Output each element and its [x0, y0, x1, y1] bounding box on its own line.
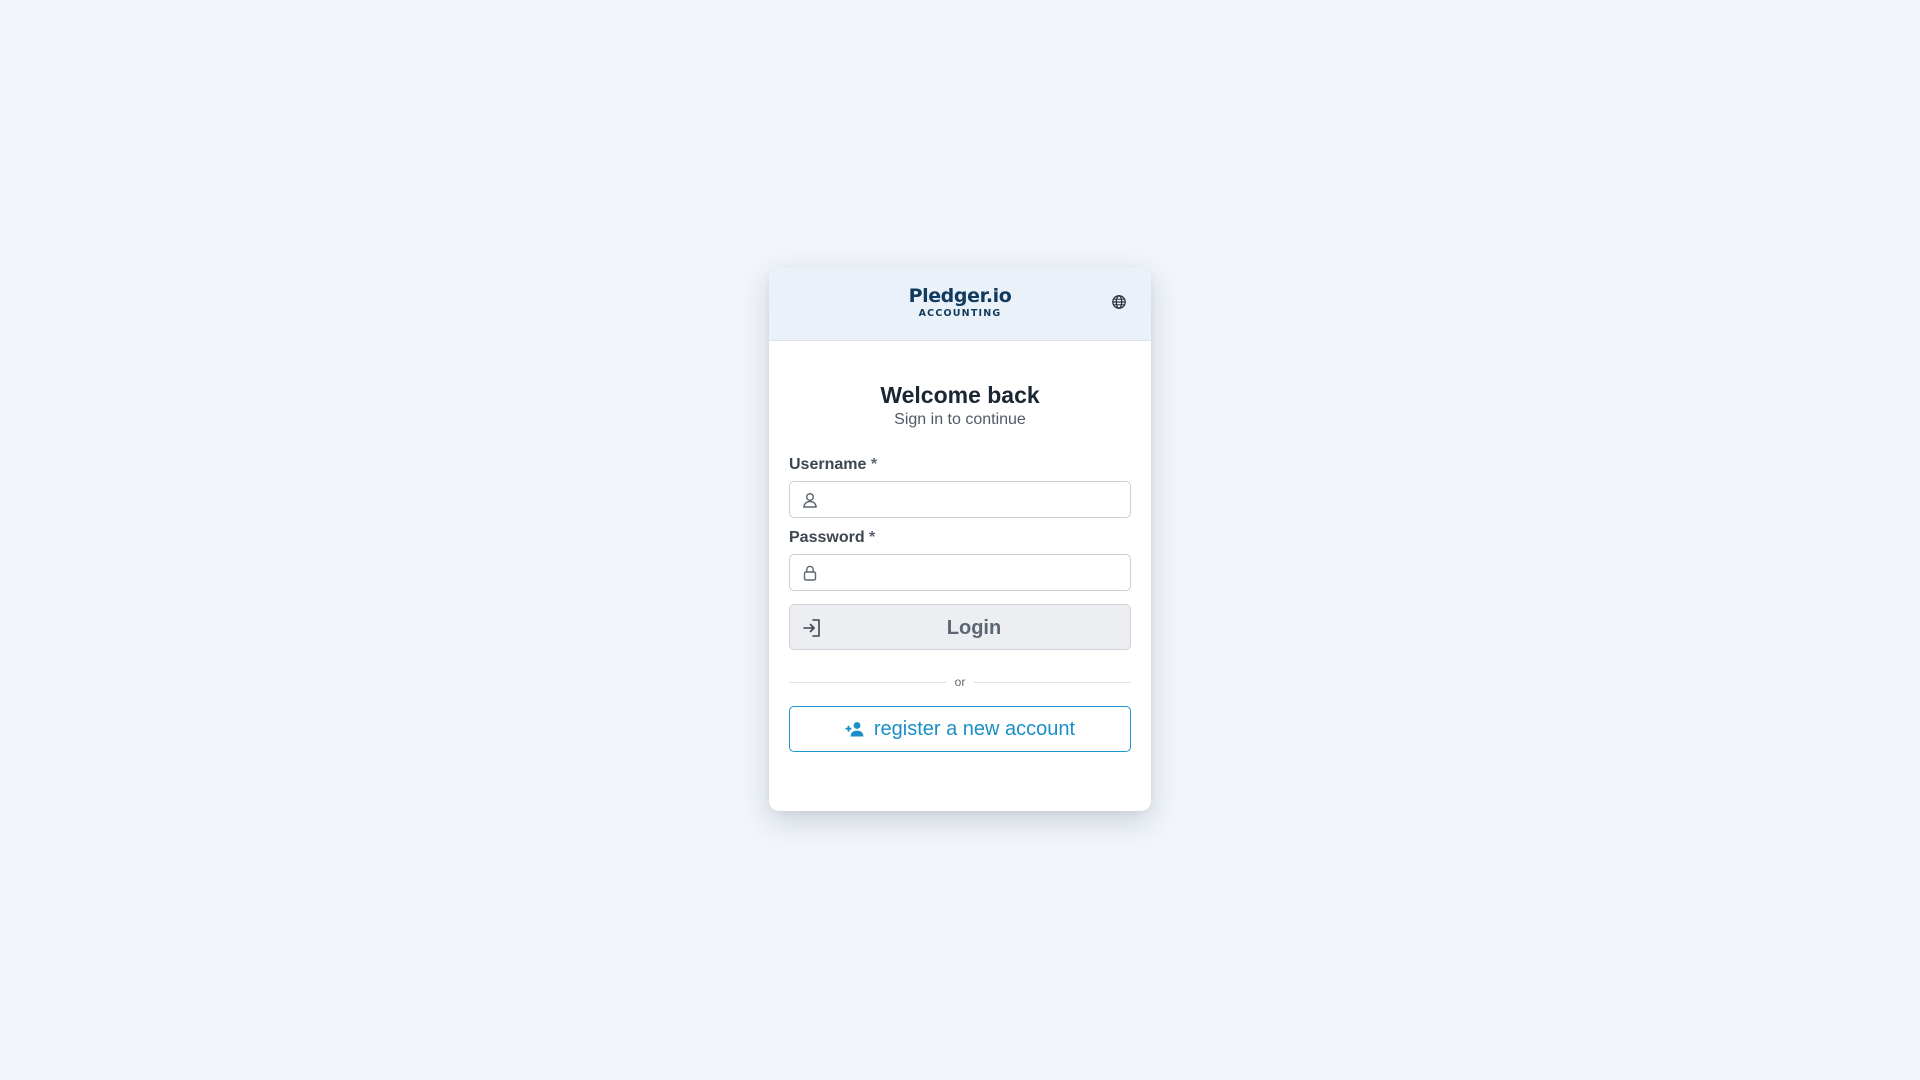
- user-plus-icon: [845, 721, 865, 737]
- card-header: Pledger.io ACCOUNTING: [769, 267, 1151, 341]
- password-input[interactable]: [830, 555, 1122, 590]
- password-label-text: Password: [789, 529, 865, 546]
- login-button-label: Login: [946, 617, 1002, 639]
- divider-line-right: [974, 682, 1131, 683]
- or-divider: or: [789, 674, 1131, 690]
- brand-tagline: ACCOUNTING: [918, 308, 1002, 319]
- username-label: Username *: [789, 455, 1131, 474]
- register-button[interactable]: register a new account: [789, 706, 1131, 752]
- required-mark: *: [870, 456, 878, 473]
- register-button-label: register a new account: [873, 717, 1076, 740]
- lock-icon: [801, 564, 819, 582]
- password-label: Password *: [789, 528, 1131, 547]
- login-card: Pledger.io ACCOUNTING Welcome back Sign …: [769, 267, 1151, 811]
- page-title: Welcome back: [880, 382, 1040, 408]
- brand-logo: Pledger.io ACCOUNTING: [769, 285, 1151, 320]
- username-field[interactable]: [789, 481, 1131, 518]
- user-icon: [801, 491, 819, 509]
- login-button[interactable]: Login: [789, 604, 1131, 650]
- username-input[interactable]: [830, 482, 1122, 517]
- required-mark: *: [869, 529, 876, 546]
- password-field[interactable]: [789, 554, 1131, 591]
- brand-name: Pledger.io: [908, 285, 1012, 307]
- username-label-text: Username: [789, 456, 867, 473]
- page-subtitle: Sign in to continue: [894, 411, 1026, 428]
- login-form: Welcome back Sign in to continue Usernam…: [769, 381, 1151, 752]
- globe-icon[interactable]: [1111, 294, 1127, 310]
